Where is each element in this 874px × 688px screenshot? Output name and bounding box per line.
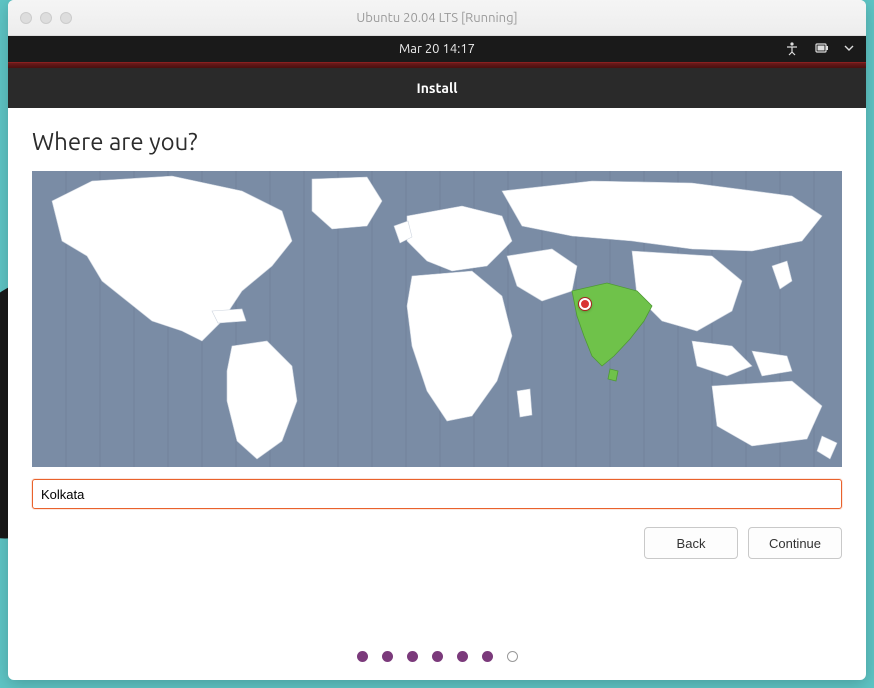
installer-header-title: Install [417, 80, 458, 96]
pager-dot [382, 651, 393, 662]
accessibility-icon[interactable] [784, 40, 800, 59]
maximize-window-button[interactable] [60, 12, 72, 24]
battery-icon[interactable] [814, 40, 830, 59]
timezone-input[interactable] [32, 479, 842, 509]
pager-dot [482, 651, 493, 662]
vm-window: Ubuntu 20.04 LTS [Running] Mar 20 14:17 … [8, 0, 866, 680]
pager-dot [357, 651, 368, 662]
pager-dot [457, 651, 468, 662]
pager-dot [407, 651, 418, 662]
progress-pager [8, 651, 866, 662]
timezone-map[interactable] [32, 171, 842, 467]
minimize-window-button[interactable] [40, 12, 52, 24]
chevron-down-icon[interactable] [844, 42, 854, 56]
pager-dot-upcoming [507, 651, 518, 662]
back-button[interactable]: Back [644, 527, 738, 559]
vm-window-title: Ubuntu 20.04 LTS [Running] [8, 11, 866, 25]
topbar-status-area[interactable] [784, 40, 854, 59]
gnome-topbar: Mar 20 14:17 [8, 36, 866, 62]
page-title: Where are you? [32, 128, 842, 155]
window-controls [20, 12, 72, 24]
close-window-button[interactable] [20, 12, 32, 24]
button-row: Back Continue [32, 527, 842, 559]
vm-titlebar: Ubuntu 20.04 LTS [Running] [8, 0, 866, 36]
pager-dot [432, 651, 443, 662]
installer-content: Where are you? [8, 108, 866, 577]
installer-header: Install [8, 68, 866, 108]
continue-button[interactable]: Continue [748, 527, 842, 559]
topbar-datetime[interactable]: Mar 20 14:17 [399, 42, 475, 56]
